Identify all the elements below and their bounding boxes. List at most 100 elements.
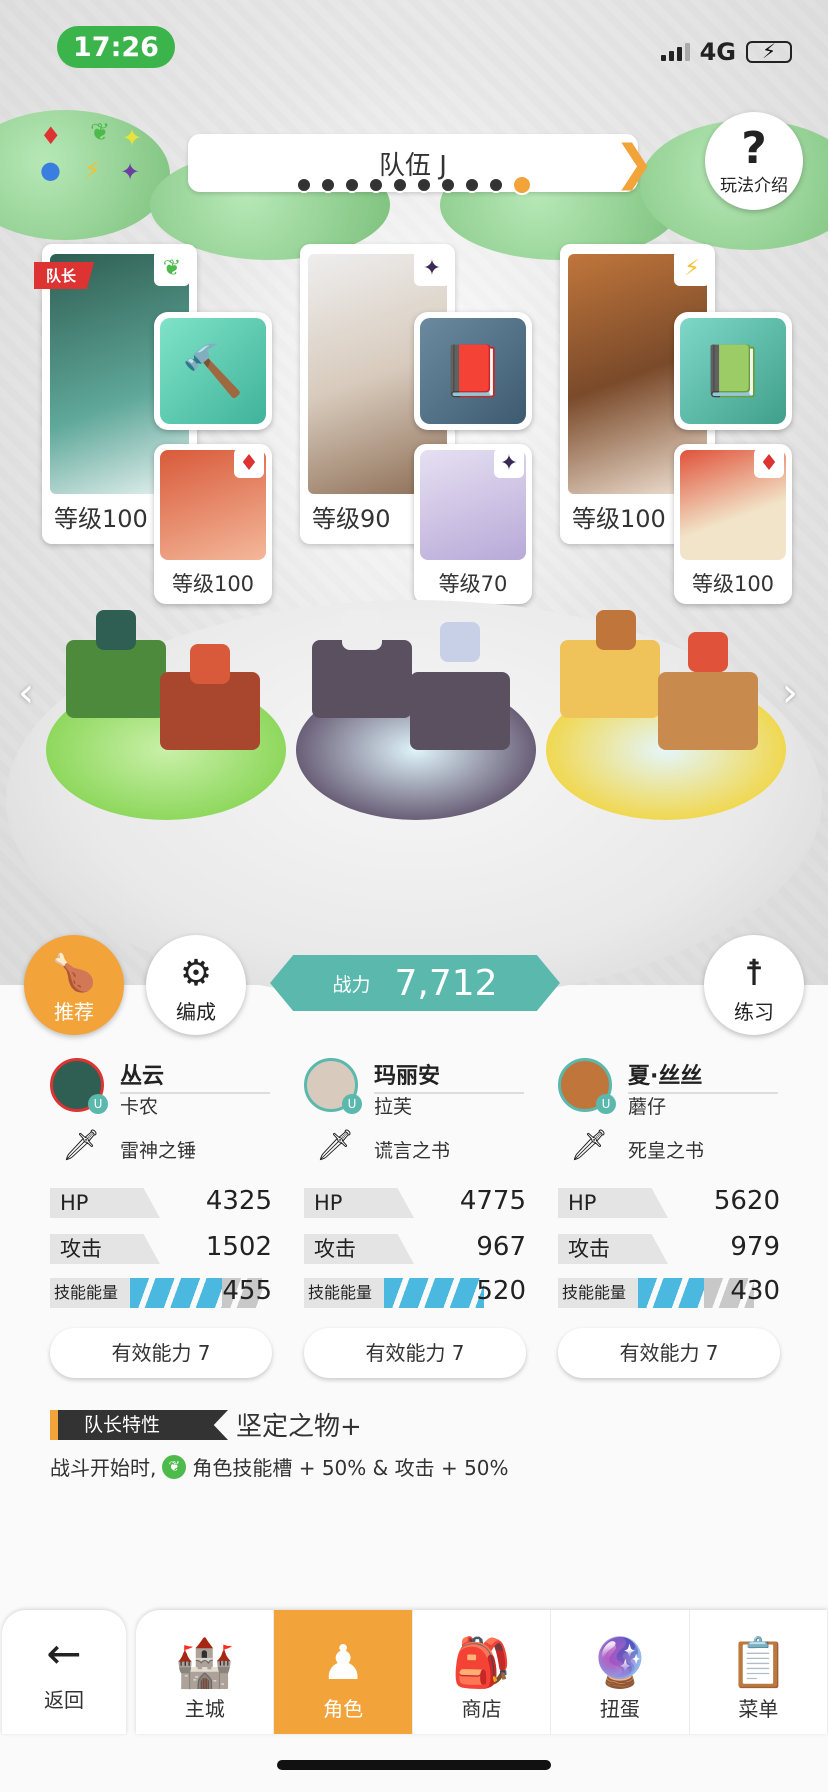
nav-tabs: 🏰 主城 ♟ 角色 🎒 商店 🔮 扭蛋 📋 菜单 <box>136 1610 828 1734</box>
character-class: 蘑仔 <box>628 1096 667 1118</box>
tab-label: 商店 <box>461 1697 502 1721</box>
next-team-button[interactable]: ❯ <box>614 134 654 192</box>
tab-shop[interactable]: 🎒 商店 <box>413 1610 552 1734</box>
team-page-dot[interactable] <box>368 177 384 193</box>
diamond-element-icon: ♦ <box>754 448 784 478</box>
pixel-block <box>410 672 510 750</box>
element-wheel-icon[interactable]: ♦ ❦ ✦ ● ⚡ ✦ <box>38 118 148 192</box>
effective-ability-button[interactable]: 有效能力 7 <box>304 1328 526 1378</box>
effective-ability-button[interactable]: 有效能力 7 <box>558 1328 780 1378</box>
hp-label: HP <box>558 1188 668 1218</box>
skill-value: 455 <box>222 1276 272 1306</box>
scroll-left-icon[interactable]: ‹ <box>18 670 34 716</box>
effective-ability-button[interactable]: 有效能力 7 <box>50 1328 272 1378</box>
character-name: 丛云 <box>120 1058 270 1094</box>
team-page-dot[interactable] <box>392 177 408 193</box>
atk-row: 攻击 979 <box>558 1232 780 1266</box>
dark-element-icon: ✦ <box>494 448 524 478</box>
hp-label: HP <box>50 1188 160 1218</box>
team-page-dot[interactable] <box>344 177 360 193</box>
character-class: 拉芙 <box>374 1096 413 1118</box>
character-sprite <box>342 610 382 650</box>
skill-label: 技能能量 <box>50 1278 130 1308</box>
equipment-slot-3[interactable]: 📗 <box>674 312 792 430</box>
tab-label: 扭蛋 <box>599 1697 640 1721</box>
hp-row: HP 5620 <box>558 1186 780 1220</box>
practice-label: 练习 <box>734 1000 774 1024</box>
team-page-dot[interactable] <box>296 177 312 193</box>
atk-value: 979 <box>730 1232 780 1262</box>
team-page-dot[interactable] <box>512 175 532 195</box>
network-label: 4G <box>699 38 736 66</box>
team-page-dots[interactable] <box>296 175 532 195</box>
tab-town[interactable]: 🏰 主城 <box>136 1610 275 1734</box>
formation-label: 编成 <box>176 1000 216 1024</box>
recommend-button[interactable]: 🍗 推荐 <box>24 935 124 1035</box>
tab-label: 菜单 <box>738 1697 779 1721</box>
gacha-icon: 🔮 <box>590 1635 650 1691</box>
back-button[interactable]: ← 返回 <box>2 1610 126 1734</box>
tab-menu[interactable]: 📋 菜单 <box>690 1610 828 1734</box>
skill-energy-bar <box>384 1278 484 1308</box>
tab-characters[interactable]: ♟ 角色 <box>274 1610 413 1734</box>
character-sprite <box>96 610 136 650</box>
formation-button[interactable]: ⚙ 编成 <box>146 935 246 1035</box>
sub-level: 等级100 <box>171 572 255 596</box>
atk-value: 1502 <box>205 1232 272 1262</box>
skill-row: 技能能量 430 <box>558 1276 780 1310</box>
equipment-slot-2[interactable]: 📕 <box>414 312 532 430</box>
menu-list-icon: 📋 <box>728 1635 789 1691</box>
character-level: 等级100 <box>50 499 152 534</box>
equipment-slot-1[interactable]: 🔨 <box>154 312 272 430</box>
leader-trait-name: 坚定之物+ <box>236 1412 362 1442</box>
green-book-icon: 📗 <box>680 318 786 424</box>
character-name: 夏·丝丝 <box>628 1058 778 1094</box>
hp-value: 4325 <box>205 1186 272 1216</box>
atk-label: 攻击 <box>558 1234 668 1264</box>
hp-value: 5620 <box>713 1186 780 1216</box>
team-page-dot[interactable] <box>320 177 336 193</box>
hp-row: HP 4325 <box>50 1186 272 1220</box>
pixel-block <box>312 640 412 718</box>
sub-character-card-2[interactable]: ✦ 等级70 <box>414 444 532 604</box>
team-page-dot[interactable] <box>464 177 480 193</box>
weapon-icon: 🗡 <box>62 1128 101 1163</box>
character-sprite <box>190 644 230 684</box>
sub-level: 等级70 <box>438 572 508 596</box>
team-name: 队伍 J <box>379 150 447 181</box>
team-page-dot[interactable] <box>416 177 432 193</box>
power-label: 战力 <box>332 973 371 996</box>
bolt-element-icon: ⚡ <box>674 250 710 286</box>
question-icon: ? <box>741 122 767 174</box>
help-button[interactable]: ? 玩法介绍 <box>705 112 803 210</box>
skill-label: 技能能量 <box>558 1278 638 1308</box>
sub-character-card-3[interactable]: ♦ 等级100 <box>674 444 792 604</box>
chicken-icon: 🍗 <box>51 953 97 994</box>
gear-person-icon: ⚙ <box>179 953 213 994</box>
leaf-element-icon: ❦ <box>162 1454 187 1479</box>
weapon-name: 雷神之锤 <box>120 1140 197 1162</box>
weapon-name: 谎言之书 <box>374 1140 451 1162</box>
leader-trait-title: 队长特性 <box>50 1410 228 1440</box>
skill-row: 技能能量 520 <box>304 1276 526 1310</box>
scroll-right-icon[interactable]: › <box>782 670 798 716</box>
upgrade-badge-icon: U <box>342 1094 362 1114</box>
upgrade-badge-icon: U <box>88 1094 108 1114</box>
pixel-block <box>658 672 758 750</box>
training-dummy-icon: ☨ <box>744 953 764 994</box>
sub-character-card-1[interactable]: ♦ 等级100 <box>154 444 272 604</box>
team-page-dot[interactable] <box>440 177 456 193</box>
atk-label: 攻击 <box>50 1234 160 1264</box>
status-icons: 4G ⚡ <box>660 38 792 66</box>
hp-value: 4775 <box>459 1186 526 1216</box>
practice-button[interactable]: ☨ 练习 <box>704 935 804 1035</box>
atk-value: 967 <box>476 1232 526 1262</box>
character-name: 玛丽安 <box>374 1058 524 1094</box>
tab-gacha[interactable]: 🔮 扭蛋 <box>551 1610 690 1734</box>
leader-trait-desc: 战斗开始时, ❦ 角色技能槽 + 50% & 攻击 + 50% <box>50 1452 509 1481</box>
leaf-element-icon: ❦ <box>154 250 190 286</box>
back-arrow-icon: ← <box>46 1628 82 1678</box>
team-page-dot[interactable] <box>488 177 504 193</box>
pixel-block <box>66 640 166 718</box>
character-class: 卡农 <box>120 1096 159 1118</box>
